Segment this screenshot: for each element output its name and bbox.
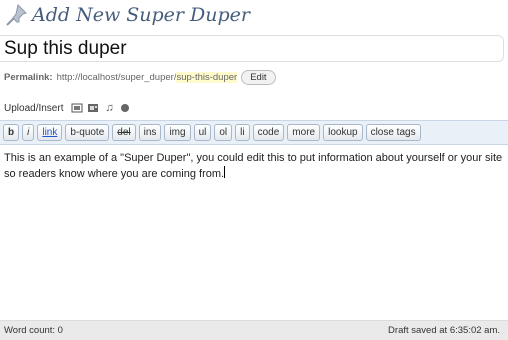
- more-button[interactable]: more: [287, 124, 321, 141]
- ul-button[interactable]: ul: [193, 124, 212, 141]
- blockquote-button[interactable]: b-quote: [65, 124, 110, 141]
- close-tags-button[interactable]: close tags: [365, 124, 421, 141]
- text-cursor: [224, 166, 226, 178]
- img-button[interactable]: img: [164, 124, 191, 141]
- lookup-button[interactable]: lookup: [323, 124, 363, 141]
- add-video-icon[interactable]: [87, 102, 99, 114]
- page-title: Add New Super Duper: [32, 4, 250, 26]
- code-button[interactable]: code: [252, 124, 285, 141]
- permalink-row: Permalink: http://localhost/super_duper/…: [4, 68, 276, 86]
- add-image-icon[interactable]: [71, 102, 83, 114]
- ol-button[interactable]: ol: [214, 124, 233, 141]
- word-count: Word count: 0: [4, 325, 63, 336]
- post-content-editor[interactable]: This is an example of a "Super Duper", y…: [0, 146, 508, 320]
- permalink-label: Permalink:: [4, 71, 53, 83]
- post-title-input[interactable]: Sup this duper: [0, 35, 504, 62]
- upload-insert-label: Upload/Insert: [4, 102, 64, 114]
- post-content-text: This is an example of a "Super Duper", y…: [4, 152, 503, 180]
- upload-insert-row: Upload/Insert ♫: [4, 101, 135, 115]
- pushpin-icon: [6, 4, 27, 26]
- bold-button[interactable]: b: [3, 124, 20, 141]
- italic-button[interactable]: i: [22, 124, 35, 141]
- del-button[interactable]: del: [112, 124, 136, 141]
- draft-saved-status: Draft saved at 6:35:02 am.: [388, 325, 500, 336]
- add-audio-icon[interactable]: ♫: [103, 102, 115, 114]
- permalink-edit-button[interactable]: Edit: [241, 69, 276, 85]
- editor-status-bar: Word count: 0 Draft saved at 6:35:02 am.: [0, 320, 508, 340]
- permalink-base-url: http://localhost/super_duper/: [56, 71, 177, 83]
- link-button[interactable]: link: [37, 124, 63, 141]
- add-media-icon[interactable]: [119, 102, 131, 114]
- li-button[interactable]: li: [235, 124, 250, 141]
- page-header: Add New Super Duper: [0, 0, 508, 30]
- ins-button[interactable]: ins: [138, 124, 162, 141]
- quicktags-toolbar: b i link b-quote del ins img ul ol li co…: [0, 120, 508, 145]
- permalink-slug[interactable]: sup-this-duper: [176, 71, 238, 83]
